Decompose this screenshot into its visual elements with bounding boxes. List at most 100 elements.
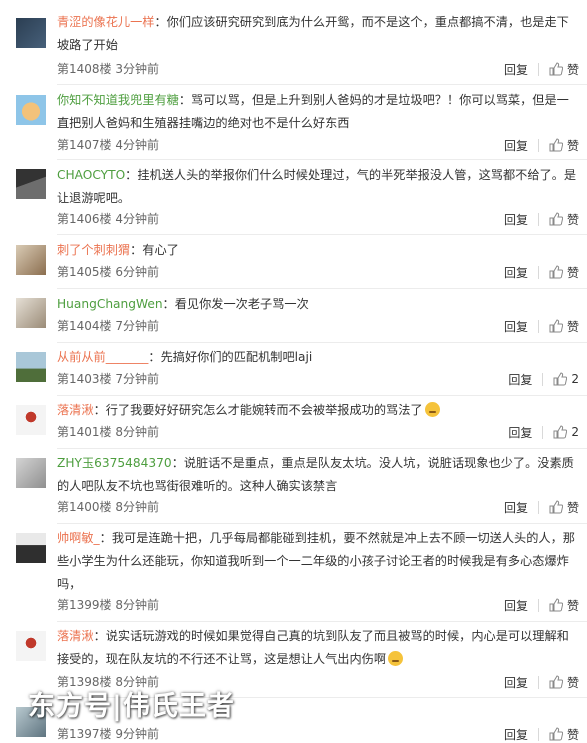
thumbs-up-icon — [549, 598, 563, 612]
comment-meta: 第1408楼 3分钟前 — [57, 60, 159, 78]
comment-actions: 回复 赞 — [504, 498, 579, 516]
comment-divider — [57, 288, 587, 289]
smile-emoji-icon — [424, 402, 440, 417]
reply-button[interactable]: 回复 — [504, 137, 528, 154]
like-button[interactable]: 赞 — [549, 499, 579, 516]
like-button[interactable]: 赞 — [549, 597, 579, 614]
watermark-overlay: 东方号|伟氏王者 — [28, 691, 235, 722]
comment-text: ：我可是连跪十把，几乎每局都能碰到挂机，要不然就是冲上去不顾一切送人头的人，那些… — [57, 531, 575, 591]
timestamp: 8分钟前 — [115, 425, 160, 439]
floor-number: 第1408楼 — [57, 62, 112, 76]
like-count: 赞 — [566, 727, 579, 742]
like-button[interactable]: 赞 — [549, 264, 579, 281]
username-link[interactable]: 落清湫 — [57, 403, 94, 417]
comment-actions: 回复 赞 — [504, 60, 579, 78]
comment-divider — [57, 448, 587, 449]
floor-number: 第1397楼 — [57, 727, 112, 741]
comment-actions: 回复 赞 — [504, 317, 579, 335]
like-button[interactable]: 2 — [553, 425, 579, 439]
like-button[interactable]: 2 — [553, 372, 579, 386]
timestamp: 7分钟前 — [115, 372, 160, 386]
avatar[interactable] — [16, 533, 46, 563]
timestamp: 9分钟前 — [115, 727, 160, 741]
action-divider — [537, 62, 539, 76]
like-count: 赞 — [566, 212, 579, 227]
like-button[interactable]: 赞 — [549, 674, 579, 691]
reply-button[interactable]: 回复 — [504, 674, 528, 691]
reply-button[interactable]: 回复 — [504, 499, 528, 516]
floor-number: 第1406楼 — [57, 212, 112, 226]
timestamp: 6分钟前 — [115, 265, 160, 279]
avatar[interactable] — [16, 169, 46, 199]
like-count: 2 — [571, 425, 579, 439]
comment-meta: 第1401楼 8分钟前 — [57, 423, 159, 441]
reply-button[interactable]: 回复 — [504, 726, 528, 743]
comment-actions: 回复 赞 — [504, 210, 579, 228]
like-button[interactable]: 赞 — [549, 726, 579, 743]
like-button[interactable]: 赞 — [549, 61, 579, 78]
username-link[interactable]: 从前从前_______ — [57, 350, 148, 364]
floor-number: 第1401楼 — [57, 425, 112, 439]
comment-text: ：看见你发一次老子骂一次 — [162, 297, 309, 311]
timestamp: 8分钟前 — [115, 598, 160, 612]
username-link[interactable]: 你知不知道我兜里有糖 — [57, 93, 179, 107]
username-link[interactable]: 刺了个刺刺猬 — [57, 243, 130, 257]
username-link[interactable]: CHAOCYTO — [57, 168, 125, 182]
username-link[interactable]: ZHY玉6375484370 — [57, 456, 172, 470]
like-count: 赞 — [566, 62, 579, 77]
reply-button[interactable]: 回复 — [504, 597, 528, 614]
reply-button[interactable]: 回复 — [504, 318, 528, 335]
avatar[interactable] — [16, 405, 46, 435]
avatar[interactable] — [16, 95, 46, 125]
floor-number: 第1404楼 — [57, 319, 112, 333]
like-count: 2 — [571, 372, 579, 386]
thumbs-up-icon — [549, 62, 563, 76]
comment-actions: 回复 2 — [508, 423, 579, 441]
timestamp: 4分钟前 — [115, 138, 160, 152]
reply-button[interactable]: 回复 — [508, 424, 532, 441]
avatar[interactable] — [16, 631, 46, 661]
avatar[interactable] — [16, 298, 46, 328]
username-link[interactable]: 青涩的像花儿一样 — [57, 15, 155, 29]
comment-meta: 第1400楼 8分钟前 — [57, 498, 159, 516]
like-button[interactable]: 赞 — [549, 318, 579, 335]
reply-button[interactable]: 回复 — [504, 61, 528, 78]
thumbs-up-icon — [549, 675, 563, 689]
action-divider — [537, 727, 539, 741]
thumbs-up-icon — [553, 372, 568, 386]
comment-divider — [57, 395, 587, 396]
comment-actions: 回复 赞 — [504, 136, 579, 154]
avatar[interactable] — [16, 18, 46, 48]
like-button[interactable]: 赞 — [549, 211, 579, 228]
thumbs-up-icon — [549, 727, 563, 741]
comment-divider — [57, 84, 587, 85]
floor-number: 第1403楼 — [57, 372, 112, 386]
avatar[interactable] — [16, 245, 46, 275]
username-link[interactable]: 落清湫 — [57, 629, 94, 643]
reply-button[interactable]: 回复 — [504, 264, 528, 281]
action-divider — [537, 265, 539, 279]
action-divider — [537, 598, 539, 612]
comment-meta: 第1407楼 4分钟前 — [57, 136, 159, 154]
comment-actions: 回复 2 — [508, 370, 579, 388]
like-count: 赞 — [566, 319, 579, 334]
reply-button[interactable]: 回复 — [508, 371, 532, 388]
comment-meta: 第1406楼 4分钟前 — [57, 210, 159, 228]
avatar[interactable] — [16, 458, 46, 488]
floor-number: 第1407楼 — [57, 138, 112, 152]
smile-emoji-icon — [388, 651, 404, 666]
comment-actions: 回复 赞 — [504, 725, 579, 743]
avatar[interactable] — [16, 352, 46, 382]
username-link[interactable]: HuangChangWen — [57, 297, 163, 311]
like-count: 赞 — [566, 138, 579, 153]
floor-number: 第1400楼 — [57, 500, 112, 514]
reply-button[interactable]: 回复 — [504, 211, 528, 228]
comment-text: ：有心了 — [130, 243, 179, 257]
like-button[interactable]: 赞 — [549, 137, 579, 154]
floor-number: 第1399楼 — [57, 598, 112, 612]
comment-meta: 第1403楼 7分钟前 — [57, 370, 159, 388]
comment-divider — [57, 621, 587, 622]
comment-text: ：挂机送人头的举报你们什么时候处理过，气的半死举报没人管，这骂都不给了。是让退游… — [57, 168, 577, 205]
like-count: 赞 — [566, 598, 579, 613]
username-link[interactable]: 帅啊敏_ — [57, 531, 100, 545]
